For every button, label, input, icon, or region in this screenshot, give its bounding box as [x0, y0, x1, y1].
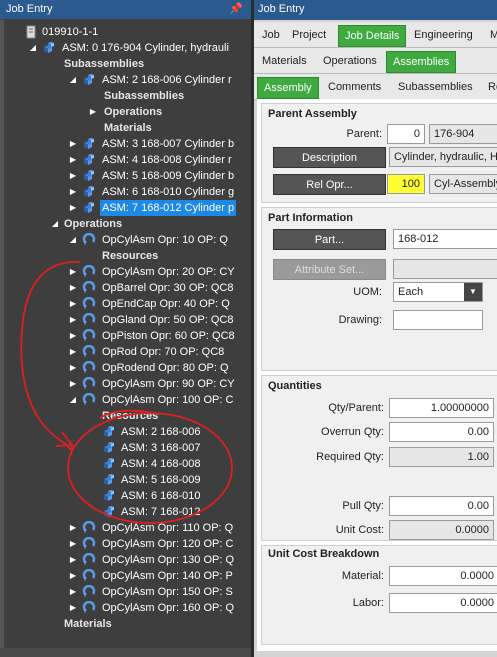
parent-part-field: 176-904 — [429, 124, 497, 144]
qty-parent-field[interactable]: 1.00000000 — [389, 398, 494, 418]
part-information-group: Part Information Part... 168-012 Attribu… — [261, 207, 497, 371]
attribute-set-button[interactable]: Attribute Set... — [273, 259, 386, 280]
required-label: Required Qty: — [316, 451, 384, 463]
unit-cost-breakdown-title: Unit Cost Breakdown — [268, 548, 380, 560]
parent-assembly-group: Parent Assembly Parent: 0 176-904 Descri… — [261, 103, 497, 203]
description-field: Cylinder, hydraulic, H — [389, 147, 497, 167]
tab-engineering[interactable]: Engineering — [408, 25, 479, 47]
unit-cost-breakdown-group: Unit Cost Breakdown Material: 0.0000 Lab… — [261, 545, 497, 645]
attribute-set-field — [393, 259, 497, 279]
tab-operations[interactable]: Operations — [317, 51, 383, 73]
pull-field[interactable]: 0.00 — [389, 496, 494, 516]
uom-select[interactable]: Each ▼ — [393, 282, 483, 302]
parent-label: Parent: — [346, 128, 382, 140]
annotation-overlay — [20, 261, 233, 524]
detail-tabbar: Assembly Comments Subassemblies Ro — [254, 74, 497, 100]
material-label: Material: — [341, 570, 384, 582]
assembly-form: Parent Assembly Parent: 0 176-904 Descri… — [257, 99, 497, 651]
tab-subassemblies[interactable]: Subassemblies — [392, 77, 479, 99]
material-field[interactable]: 0.0000 — [389, 566, 497, 586]
tab-assembly[interactable]: Assembly — [257, 77, 319, 99]
main-tabbar: Job Project Job Details Engineering M — [254, 22, 497, 48]
rel-opr-button[interactable]: Rel Opr... — [273, 174, 386, 195]
tab-assemblies[interactable]: Assemblies — [386, 51, 457, 73]
rel-opr-desc-field: Cyl-Assembly — [429, 174, 497, 194]
pull-label: Pull Qty: — [342, 500, 384, 512]
tab-more[interactable]: M — [484, 25, 497, 47]
sub-tabbar: Materials Operations Assemblies — [254, 48, 497, 74]
tab-job[interactable]: Job — [256, 25, 286, 47]
labor-field[interactable]: 0.0000 — [389, 593, 497, 613]
part-button[interactable]: Part... — [273, 229, 386, 250]
part-info-title: Part Information — [268, 212, 353, 224]
overrun-field[interactable]: 0.00 — [389, 422, 494, 442]
tab-comments[interactable]: Comments — [322, 77, 387, 99]
unit-cost-label: Unit Cost: — [335, 524, 384, 536]
required-field: 1.00 — [389, 447, 494, 467]
annotation-line-icon — [20, 261, 81, 452]
details-title-bar: Job Entry — [254, 0, 497, 20]
chevron-down-icon[interactable]: ▼ — [464, 283, 482, 301]
tree-bottom-bar — [0, 648, 251, 657]
quantities-group: Quantities Qty/Parent: 1.00000000 Overru… — [261, 375, 497, 541]
tab-ro[interactable]: Ro — [482, 77, 497, 99]
labor-label: Labor: — [352, 597, 384, 609]
overrun-label: Overrun Qty: — [321, 426, 384, 438]
quantities-title: Quantities — [268, 380, 322, 392]
rel-opr-field[interactable]: 100 — [387, 174, 425, 194]
drawing-label: Drawing: — [338, 314, 382, 326]
annotation-circle-icon — [67, 412, 233, 524]
uom-label: UOM: — [353, 286, 382, 298]
tab-project[interactable]: Project — [286, 25, 332, 47]
description-button[interactable]: Description — [273, 147, 386, 168]
tab-materials[interactable]: Materials — [256, 51, 313, 73]
tab-job-details[interactable]: Job Details — [338, 25, 407, 47]
parent-seq-field[interactable]: 0 — [387, 124, 425, 144]
details-title: Job Entry — [258, 3, 305, 15]
qty-parent-label: Qty/Parent: — [328, 402, 384, 414]
unit-cost-field: 0.0000 — [389, 520, 494, 540]
drawing-field[interactable] — [393, 310, 483, 330]
tree-panel: Job Entry 📌 019910-1-1 ◢ ASM: 0 176-904 Cy… — [0, 0, 251, 657]
part-field[interactable]: 168-012 — [393, 229, 497, 249]
parent-assembly-title: Parent Assembly — [268, 108, 357, 120]
details-panel: Job Entry Job Project Job Details Engine… — [251, 0, 497, 657]
uom-value: Each — [398, 286, 424, 298]
